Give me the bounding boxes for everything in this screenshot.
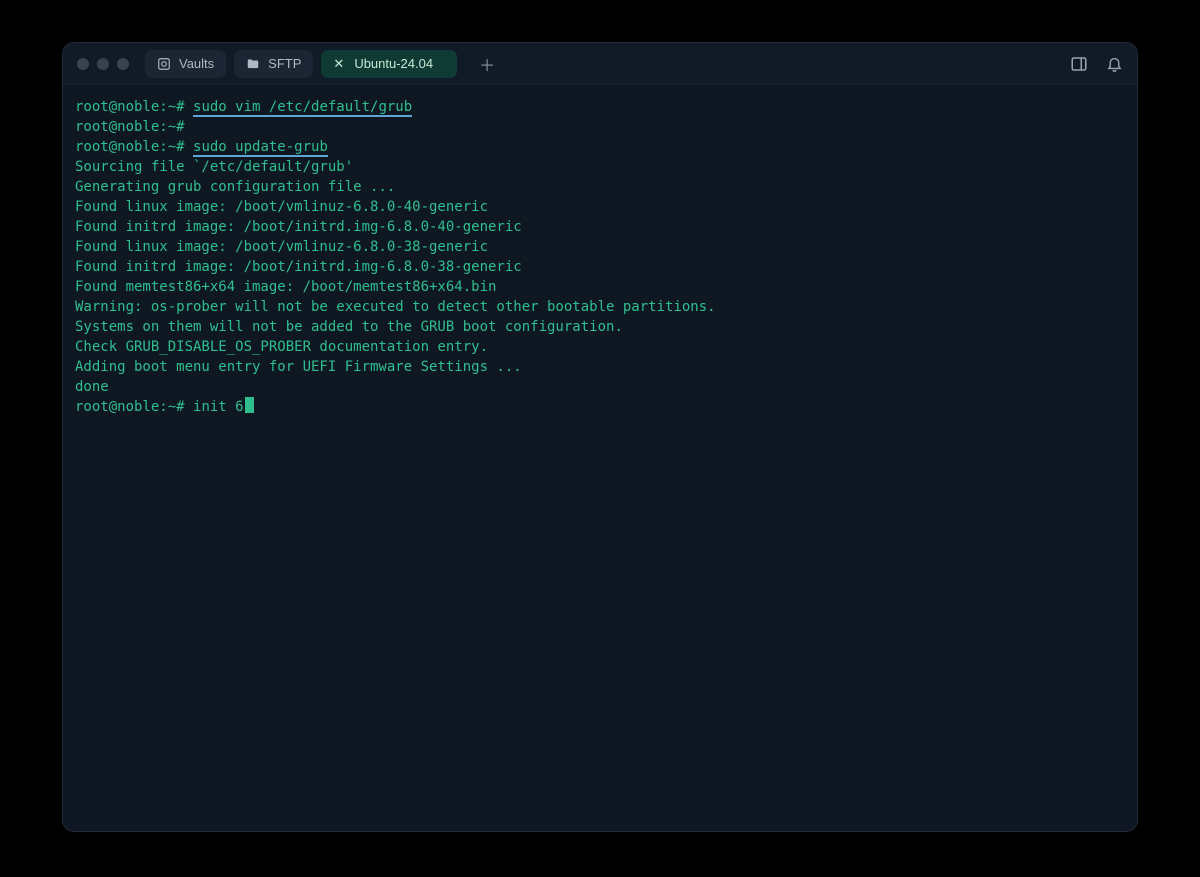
cmd-init6: init 6 <box>193 399 244 415</box>
output-line: Found memtest86+x64 image: /boot/memtest… <box>75 277 1125 297</box>
titlebar: Vaults SFTP ✕ Ubuntu-24.04 ＋ <box>63 43 1137 85</box>
output-line: Check GRUB_DISABLE_OS_PROBER documentati… <box>75 337 1125 357</box>
output-line: Found linux image: /boot/vmlinuz-6.8.0-3… <box>75 237 1125 257</box>
tab-vaults-label: Vaults <box>179 56 214 71</box>
prompt: root@noble:~# <box>75 119 185 135</box>
folder-icon <box>246 57 260 71</box>
output-line: Found linux image: /boot/vmlinuz-6.8.0-4… <box>75 197 1125 217</box>
window-controls <box>77 58 137 70</box>
output-line: Systems on them will not be added to the… <box>75 317 1125 337</box>
prompt: root@noble:~# <box>75 139 185 155</box>
prompt: root@noble:~# <box>75 99 185 115</box>
output-line: Found initrd image: /boot/initrd.img-6.8… <box>75 257 1125 277</box>
terminal-output[interactable]: root@noble:~# sudo vim /etc/default/grub… <box>63 85 1137 831</box>
cmd-sudo-vim: sudo vim /etc/default/grub <box>193 99 412 117</box>
output-line: Generating grub configuration file ... <box>75 177 1125 197</box>
tab-vaults[interactable]: Vaults <box>145 50 226 78</box>
tab-close-icon[interactable]: ✕ <box>333 56 344 72</box>
titlebar-actions <box>1070 55 1123 73</box>
prompt: root@noble:~# <box>75 399 185 415</box>
bell-icon[interactable] <box>1106 55 1123 72</box>
output-line: Sourcing file `/etc/default/grub' <box>75 157 1125 177</box>
cmd-update-grub: sudo update-grub <box>193 139 328 157</box>
maximize-dot[interactable] <box>117 58 129 70</box>
output-line: Warning: os-prober will not be executed … <box>75 297 1125 317</box>
tab-sftp-label: SFTP <box>268 56 301 71</box>
terminal-window: Vaults SFTP ✕ Ubuntu-24.04 ＋ <box>62 42 1138 832</box>
tab-ubuntu-active[interactable]: ✕ Ubuntu-24.04 <box>321 50 457 78</box>
vault-icon <box>157 57 171 71</box>
output-line: Adding boot menu entry for UEFI Firmware… <box>75 357 1125 377</box>
tab-sftp[interactable]: SFTP <box>234 50 313 78</box>
panel-icon[interactable] <box>1070 55 1088 73</box>
tab-ubuntu-label: Ubuntu-24.04 <box>354 56 433 71</box>
new-tab-button[interactable]: ＋ <box>473 50 501 78</box>
output-line: done <box>75 377 1125 397</box>
cursor <box>245 397 254 413</box>
close-dot[interactable] <box>77 58 89 70</box>
minimize-dot[interactable] <box>97 58 109 70</box>
output-line: Found initrd image: /boot/initrd.img-6.8… <box>75 217 1125 237</box>
